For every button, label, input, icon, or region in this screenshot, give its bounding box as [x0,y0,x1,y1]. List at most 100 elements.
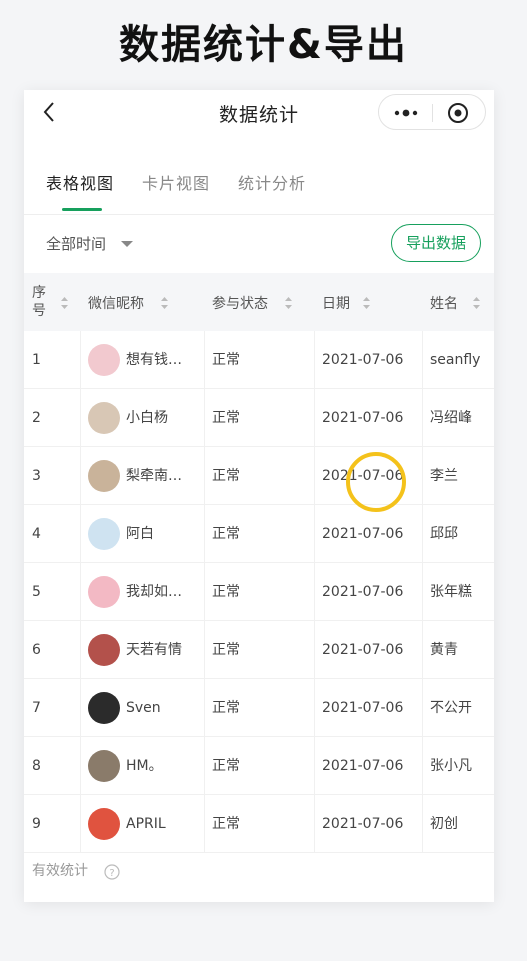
cell-seq: 7 [32,700,41,716]
column-divider [204,679,205,736]
cell-name: 张小凡 [430,758,472,774]
column-divider [204,447,205,504]
column-label-status: 参与状态 [212,296,268,312]
column-divider [422,505,423,562]
column-divider [204,505,205,562]
column-divider [204,795,205,852]
column-divider [314,447,315,504]
cell-name: 张年糕 [430,584,472,600]
column-header-status[interactable]: 参与状态 [212,273,312,331]
column-label-seq: 序号 [32,285,46,319]
avatar [88,518,120,550]
navbar: 数据统计 [24,90,494,136]
cell-date: 2021-07-06 [322,758,404,774]
cell-date: 2021-07-06 [322,700,404,716]
column-header-name[interactable]: 姓名 [430,273,494,331]
avatar [88,808,120,840]
view-tabs: 表格视图 卡片视图 统计分析 [24,160,494,214]
cell-status: 正常 [212,758,240,774]
column-divider [80,795,81,852]
sort-icon[interactable] [160,296,169,310]
sort-icon[interactable] [362,296,371,310]
cell-nickname: Sven [126,700,161,716]
column-header-seq[interactable]: 序号 [32,273,78,331]
cell-status: 正常 [212,642,240,658]
cell-nickname: 天若有情 [126,642,182,658]
cell-name: 黄青 [430,642,458,658]
sort-icon[interactable] [284,296,293,310]
sort-icon[interactable] [472,296,481,310]
table-row[interactable]: 2 小白杨 正常 2021-07-06 冯绍峰 [24,389,494,447]
column-label-name: 姓名 [430,296,458,312]
phone-frame: 数据统计 表格视图 卡片视图 统计分析 全部时间 导出数据 序号 微信昵称 参与… [24,90,494,902]
column-divider [80,621,81,678]
table-row[interactable]: 5 我却如… 正常 2021-07-06 张年糕 [24,563,494,621]
table-row[interactable]: 3 梨牵南… 正常 2021-07-06 李兰 [24,447,494,505]
column-divider [422,389,423,446]
capsule-divider [432,104,433,122]
column-divider [204,389,205,446]
column-divider [80,563,81,620]
column-label-date: 日期 [322,296,350,312]
more-dots-icon[interactable] [393,105,419,121]
cell-status: 正常 [212,584,240,600]
avatar [88,402,120,434]
column-divider [422,795,423,852]
tab-table-view[interactable]: 表格视图 [46,170,114,194]
cell-name: 冯绍峰 [430,410,472,426]
export-data-button[interactable]: 导出数据 [391,224,481,262]
table-row[interactable]: 1 想有钱… 正常 2021-07-06 seanfly [24,331,494,389]
sort-icon[interactable] [60,296,69,310]
column-divider [314,621,315,678]
target-icon[interactable] [447,102,469,124]
cell-seq: 4 [32,526,41,542]
avatar [88,750,120,782]
time-filter-dropdown[interactable]: 全部时间 [46,233,106,254]
cell-date: 2021-07-06 [322,526,404,542]
cell-seq: 2 [32,410,41,426]
column-divider [80,331,81,388]
cell-nickname: 我却如… [126,584,182,600]
column-divider [314,389,315,446]
cell-status: 正常 [212,468,240,484]
cell-date: 2021-07-06 [322,816,404,832]
active-tab-indicator [62,208,102,211]
cell-name: 初创 [430,816,458,832]
column-divider [314,795,315,852]
cell-seq: 6 [32,642,41,658]
column-divider [80,737,81,794]
column-header-nickname[interactable]: 微信昵称 [88,273,208,331]
cell-seq: 3 [32,468,41,484]
cell-date: 2021-07-06 [322,584,404,600]
help-icon[interactable]: ? [104,864,120,880]
cell-date: 2021-07-06 [322,410,404,426]
avatar [88,460,120,492]
column-divider [422,737,423,794]
table-row[interactable]: 7 Sven 正常 2021-07-06 不公开 [24,679,494,737]
table-row[interactable]: 6 天若有情 正常 2021-07-06 黄青 [24,621,494,679]
hero-title: 数据统计&导出 [119,22,408,68]
caret-down-icon[interactable] [120,239,134,249]
cell-nickname: APRIL [126,816,166,832]
column-divider [80,679,81,736]
table-row[interactable]: 8 HM。 正常 2021-07-06 张小凡 [24,737,494,795]
table-header: 序号 微信昵称 参与状态 日期 姓名 [24,273,494,331]
avatar [88,344,120,376]
column-divider [80,389,81,446]
cell-seq: 1 [32,352,41,368]
tab-card-view[interactable]: 卡片视图 [142,170,210,194]
tab-statistics[interactable]: 统计分析 [238,170,306,194]
column-divider [80,447,81,504]
column-header-date[interactable]: 日期 [322,273,422,331]
column-divider [204,563,205,620]
cell-date: 2021-07-06 [322,352,404,368]
cell-name: seanfly [430,352,481,368]
column-divider [422,621,423,678]
column-divider [314,505,315,562]
cell-seq: 8 [32,758,41,774]
column-divider [314,737,315,794]
table-row[interactable]: 9 APRIL 正常 2021-07-06 初创 [24,795,494,853]
cell-nickname: 梨牵南… [126,468,182,484]
table-row[interactable]: 4 阿白 正常 2021-07-06 邱邱 [24,505,494,563]
cell-status: 正常 [212,700,240,716]
